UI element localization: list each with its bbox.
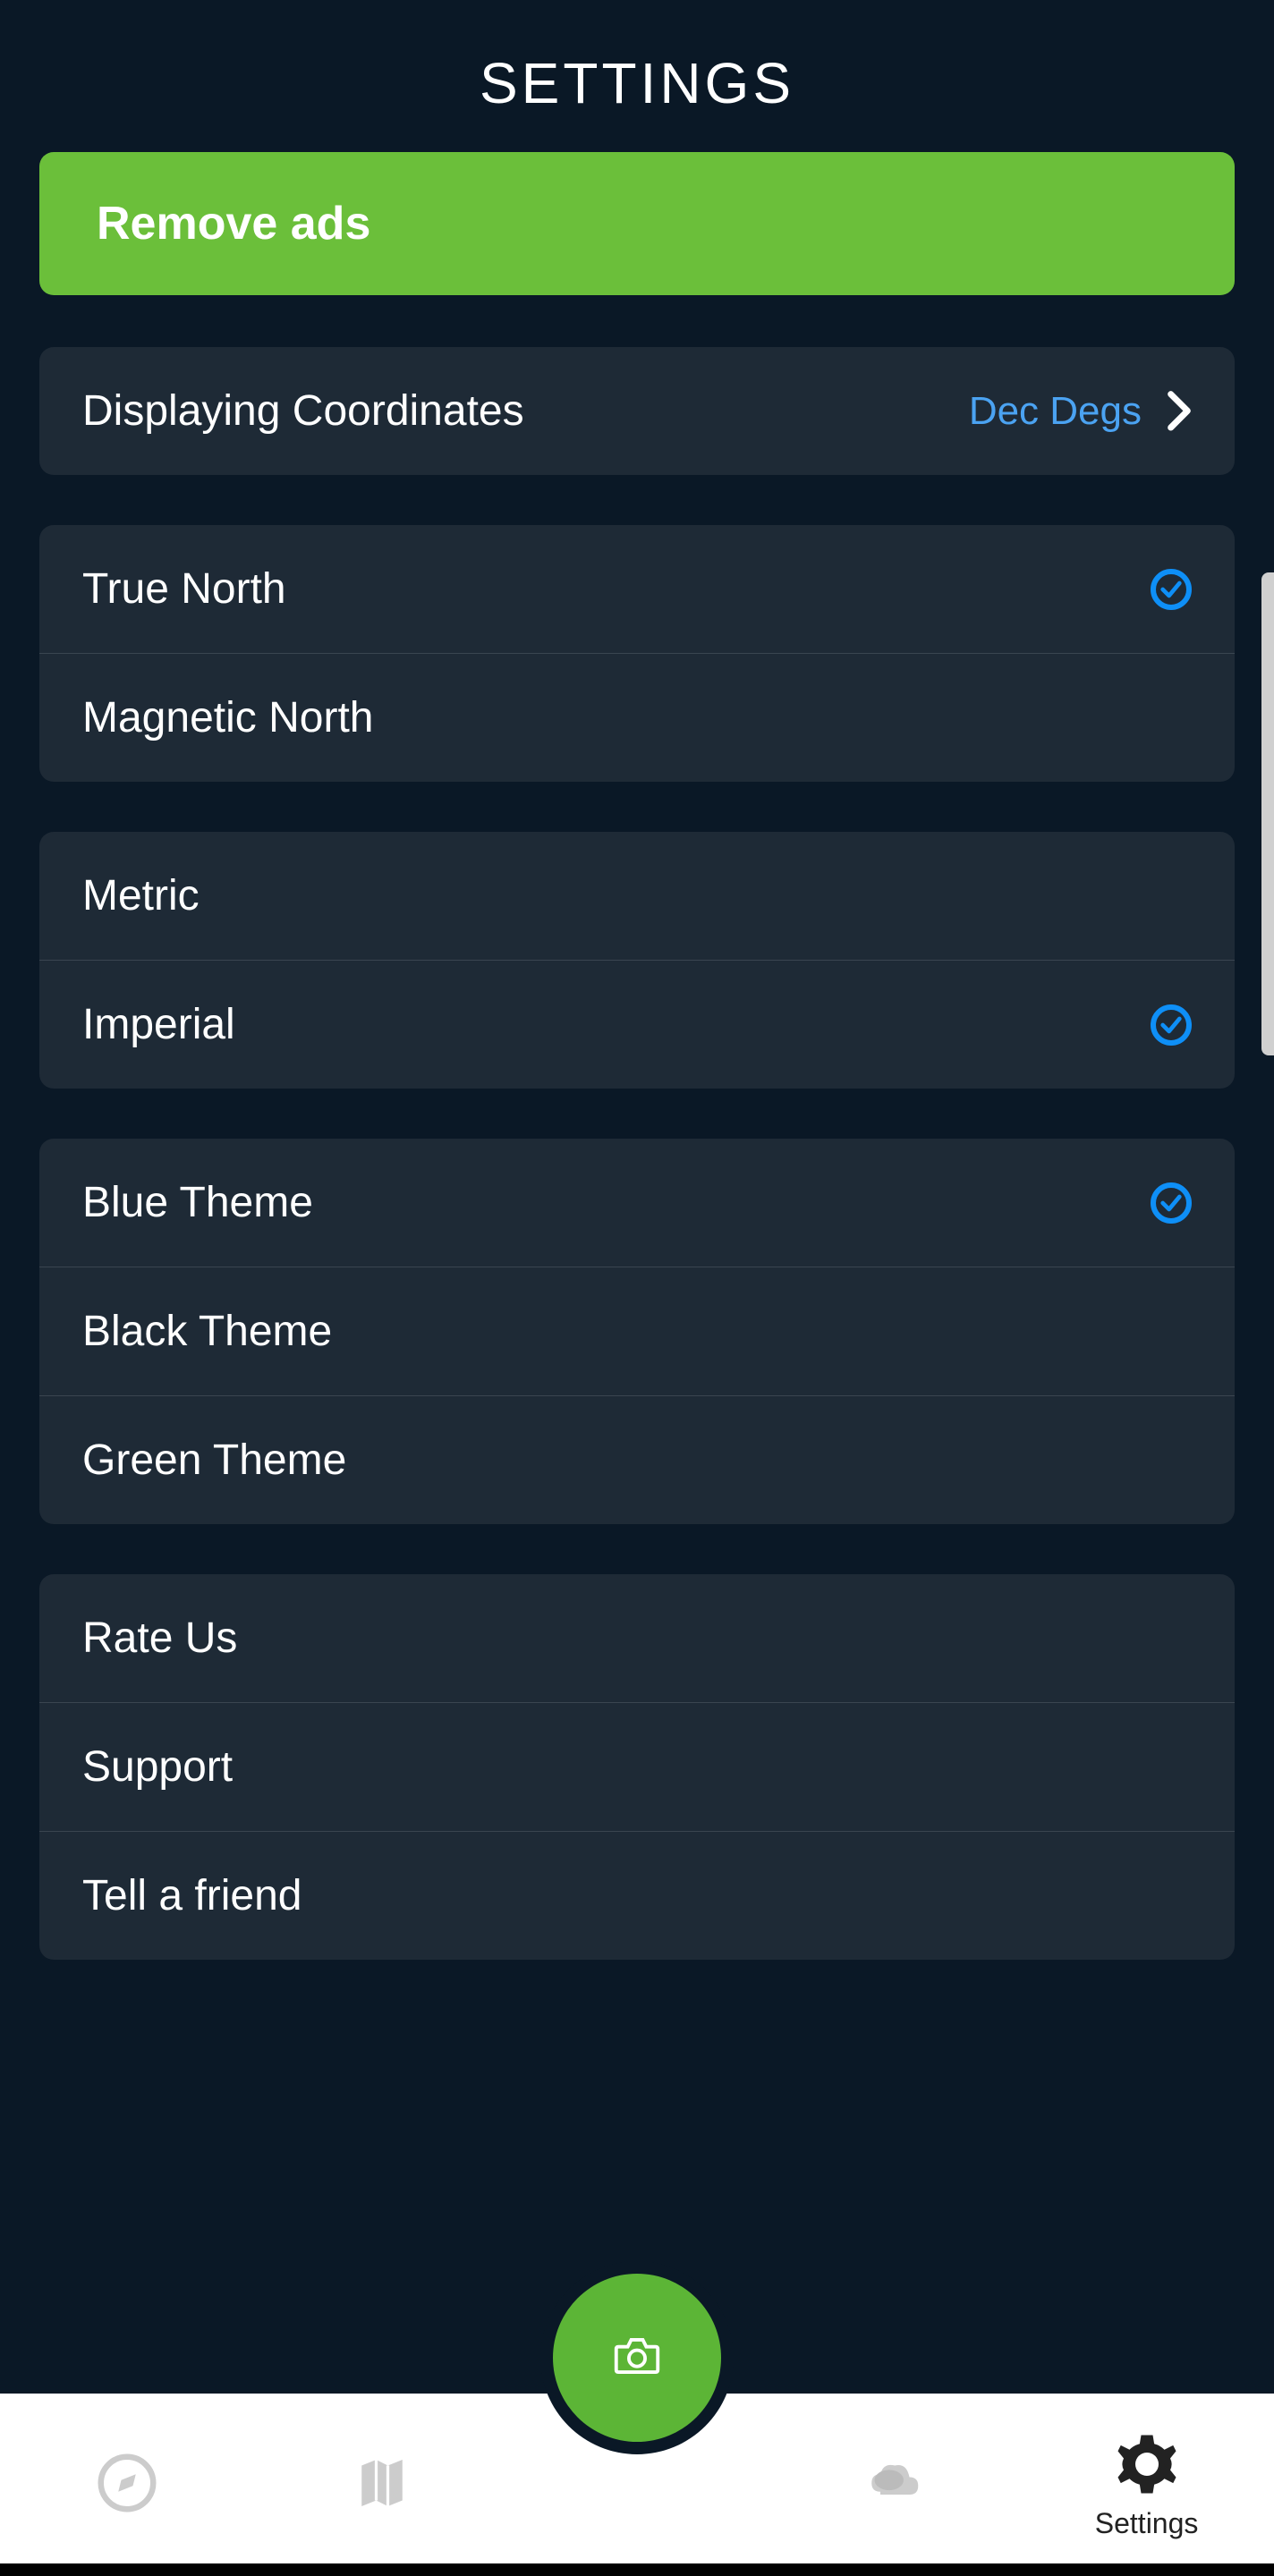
settings-content: Remove ads Displaying Coordinates Dec De… [0, 152, 1274, 1960]
green-theme-item[interactable]: Green Theme [39, 1396, 1235, 1524]
blue-theme-label: Blue Theme [82, 1178, 313, 1227]
nav-settings[interactable]: Settings [1019, 2394, 1274, 2576]
metric-item[interactable]: Metric [39, 832, 1235, 961]
north-group: True North Magnetic North [39, 525, 1235, 782]
coordinates-value: Dec Degs [969, 389, 1142, 434]
imperial-label: Imperial [82, 1000, 235, 1049]
about-group: Rate Us Support Tell a friend [39, 1574, 1235, 1960]
nav-map[interactable] [255, 2394, 510, 2576]
page-title: SETTINGS [0, 50, 1274, 116]
coordinates-label: Displaying Coordinates [82, 386, 524, 436]
rate-us-item[interactable]: Rate Us [39, 1574, 1235, 1703]
true-north-item[interactable]: True North [39, 525, 1235, 654]
nav-settings-label: Settings [1095, 2507, 1199, 2540]
true-north-label: True North [82, 564, 286, 614]
bottom-bar [0, 2563, 1274, 2576]
nav-compass[interactable] [0, 2394, 255, 2576]
gear-icon [1112, 2429, 1182, 2504]
check-icon [1151, 1004, 1192, 1046]
unit-group: Metric Imperial [39, 832, 1235, 1089]
remove-ads-button[interactable]: Remove ads [39, 152, 1235, 295]
camera-button-wrapper [540, 2261, 734, 2454]
displaying-coordinates-item[interactable]: Displaying Coordinates Dec Degs [39, 347, 1235, 475]
remove-ads-label: Remove ads [97, 198, 370, 250]
magnetic-north-label: Magnetic North [82, 693, 373, 742]
black-theme-item[interactable]: Black Theme [39, 1267, 1235, 1396]
page-header: SETTINGS [0, 0, 1274, 152]
scrollbar[interactable] [1261, 572, 1274, 1055]
metric-label: Metric [82, 871, 200, 920]
support-label: Support [82, 1742, 233, 1792]
coordinates-right: Dec Degs [969, 389, 1192, 434]
camera-icon [609, 2328, 665, 2388]
green-theme-label: Green Theme [82, 1436, 346, 1485]
map-icon [347, 2448, 417, 2522]
theme-group: Blue Theme Black Theme Green Theme [39, 1139, 1235, 1524]
black-theme-label: Black Theme [82, 1307, 332, 1356]
check-icon [1151, 569, 1192, 610]
compass-icon [92, 2448, 162, 2522]
cloud-icon [857, 2448, 927, 2522]
tell-friend-item[interactable]: Tell a friend [39, 1832, 1235, 1960]
tell-friend-label: Tell a friend [82, 1871, 302, 1920]
magnetic-north-item[interactable]: Magnetic North [39, 654, 1235, 782]
imperial-item[interactable]: Imperial [39, 961, 1235, 1089]
camera-button[interactable] [553, 2274, 721, 2442]
chevron-right-icon [1167, 390, 1192, 433]
rate-us-label: Rate Us [82, 1614, 237, 1663]
support-item[interactable]: Support [39, 1703, 1235, 1832]
blue-theme-item[interactable]: Blue Theme [39, 1139, 1235, 1267]
check-icon [1151, 1182, 1192, 1224]
coordinates-group: Displaying Coordinates Dec Degs [39, 347, 1235, 475]
nav-weather[interactable] [764, 2394, 1019, 2576]
